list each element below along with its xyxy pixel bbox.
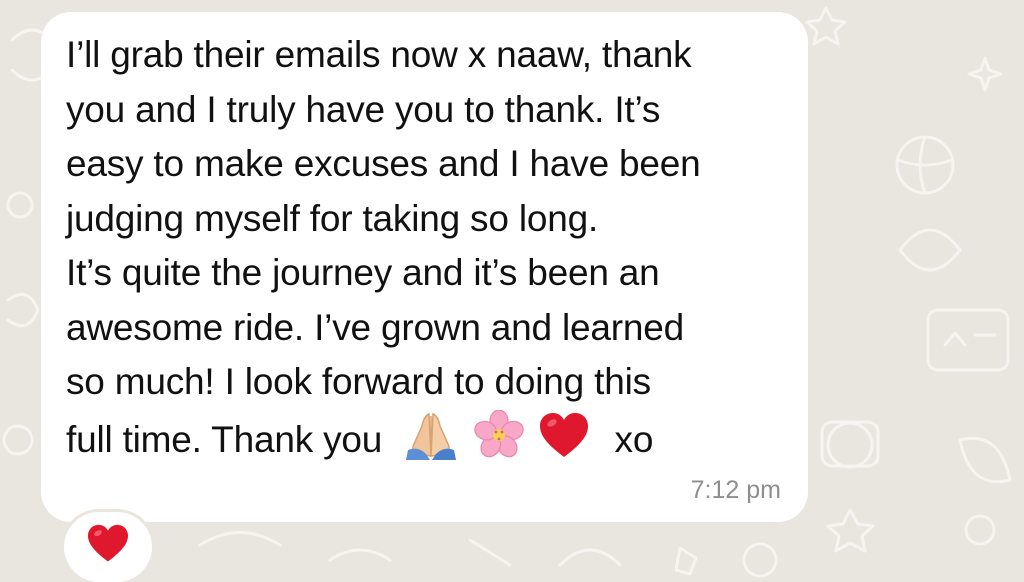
message-line: It’s quite the journey and it’s been an [66, 252, 660, 293]
wallpaper-camera-icon [826, 421, 874, 469]
message-line: you and I truly have you to thank. It’s [66, 88, 661, 130]
folded-hands-icon [406, 412, 457, 460]
message-line: judging myself for taking so long. [66, 197, 599, 239]
wallpaper-star-icon [805, 6, 847, 46]
red-heart-icon [88, 524, 128, 562]
message-line: easy to make excuses and I have been [66, 143, 701, 184]
message-bubble[interactable]: I’ll grab their emails now x naaw, thank… [41, 12, 808, 522]
wallpaper-sparkle-icon [967, 56, 1003, 92]
wallpaper-card-icon [926, 308, 1010, 372]
message-line: awesome ride. I’ve grown and learned [66, 306, 685, 348]
message-text: I’ll grab their emails now x naaw, thank… [66, 28, 788, 467]
message-line: I’ll grab their emails now x naaw, thank [66, 34, 692, 75]
message-line-last: full time. Thank you xo [66, 409, 788, 468]
wallpaper-leaf-icon [958, 436, 1012, 484]
message-timestamp: 7:12 pm [690, 476, 781, 504]
message-line: so much! I look forward to doing this [66, 361, 651, 402]
red-heart-icon [540, 412, 589, 457]
message-line-last-suffix: xo [614, 418, 654, 460]
reaction-badge[interactable] [64, 512, 152, 582]
cherry-blossom-icon [474, 409, 525, 457]
message-line-last-text: full time. Thank you [66, 418, 383, 460]
